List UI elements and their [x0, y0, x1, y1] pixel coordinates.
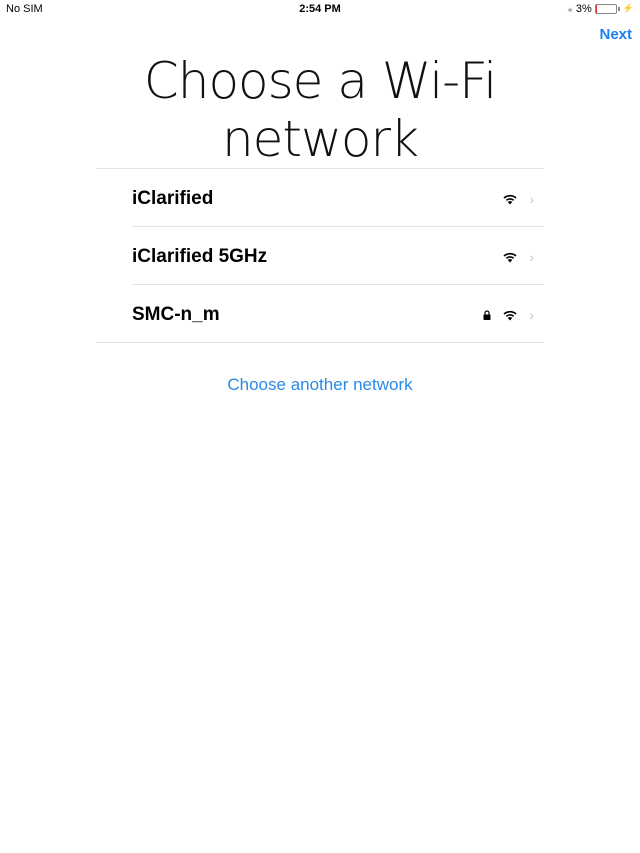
network-name: iClarified 5GHz — [132, 246, 268, 267]
network-row[interactable]: iClarified 5GHz › — [96, 227, 544, 285]
status-right-group: ⁎ 3% ⚡ — [567, 2, 634, 16]
bluetooth-icon: ⁎ — [567, 3, 573, 15]
choose-another-network-link[interactable]: Choose another network — [0, 375, 640, 395]
chevron-right-icon: › — [529, 307, 534, 323]
battery-level-fill — [595, 4, 597, 13]
network-row-icons: › — [483, 307, 534, 323]
wifi-icon — [503, 252, 517, 262]
lock-icon — [483, 310, 491, 320]
page-title: Choose a Wi-Fi network — [0, 52, 640, 168]
status-bar: No SIM 2:54 PM ⁎ 3% ⚡ — [0, 0, 640, 18]
wifi-icon — [503, 194, 517, 204]
network-list: iClarified › iClarified 5GHz › SMC-n_m › — [96, 168, 544, 343]
network-row[interactable]: iClarified › — [96, 169, 544, 227]
status-time: 2:54 PM — [299, 3, 341, 15]
battery-percent: 3% — [575, 2, 592, 15]
bolt-icon: ⚡ — [622, 3, 634, 13]
network-row-icons: › — [503, 249, 534, 265]
battery-icon — [594, 3, 617, 14]
page-title-line1: Choose a Wi-Fi — [143, 52, 497, 110]
chevron-right-icon: › — [529, 191, 534, 207]
network-name: SMC-n_m — [132, 304, 220, 325]
wifi-icon — [503, 310, 517, 320]
chevron-right-icon: › — [529, 249, 534, 265]
next-button[interactable]: Next — [599, 26, 632, 43]
network-row-icons: › — [503, 191, 534, 207]
page-title-line2: network — [221, 110, 419, 168]
network-row[interactable]: SMC-n_m › — [96, 285, 544, 343]
battery-nub — [617, 6, 620, 11]
network-name: iClarified — [132, 188, 214, 209]
